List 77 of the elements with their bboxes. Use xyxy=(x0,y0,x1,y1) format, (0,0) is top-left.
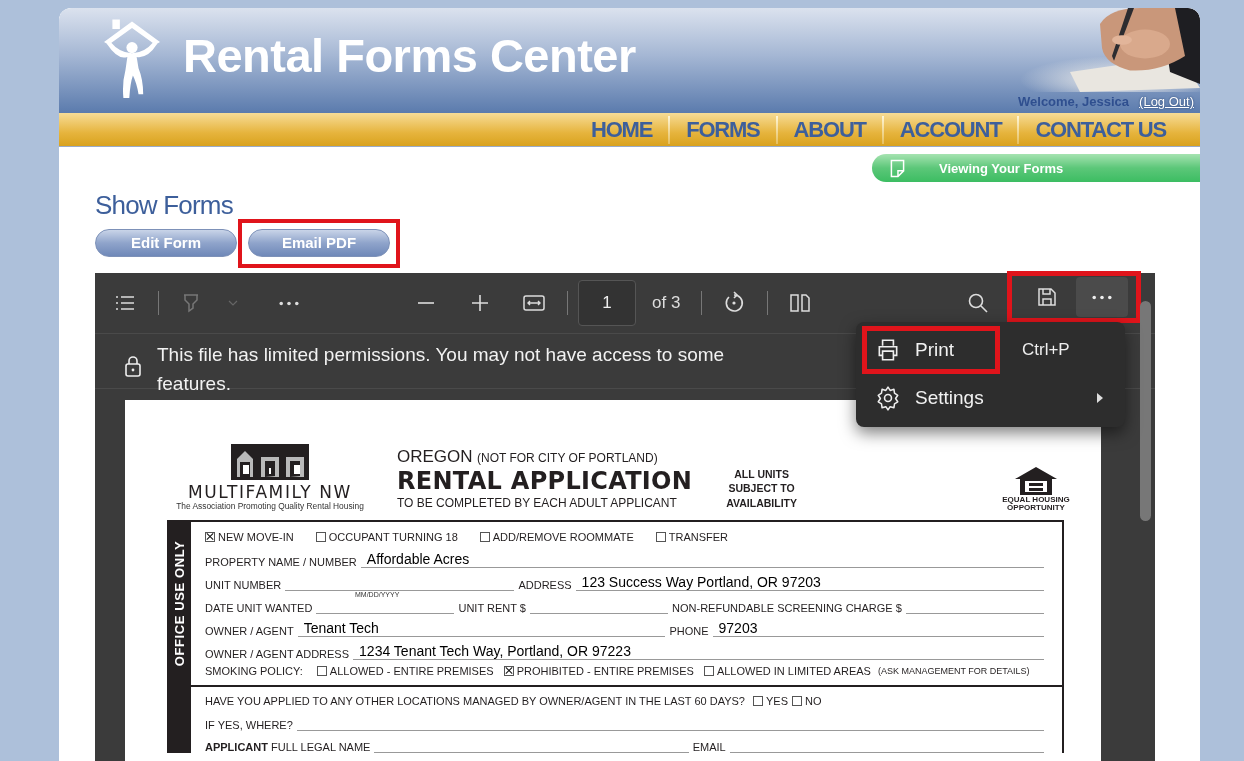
state-note: (NOT FOR CITY OF PORTLAND) xyxy=(477,451,658,465)
field-label: DATE UNIT WANTED xyxy=(205,602,313,614)
field-label: SMOKING POLICY: xyxy=(205,664,303,677)
checkbox-label: ALLOWED IN LIMITED AREAS xyxy=(716,664,871,677)
checkbox-label: ADD/REMOVE ROOMMATE xyxy=(492,530,634,543)
field-label: IF YES, WHERE? xyxy=(205,719,293,731)
field-label: APPLICANT FULL LEGAL NAME xyxy=(205,741,371,753)
settings-icon xyxy=(875,385,901,411)
checkbox[interactable] xyxy=(205,531,215,542)
search-icon[interactable] xyxy=(966,291,990,315)
checkbox-label: PROHIBITED - ENTIRE PREMISES xyxy=(516,664,694,677)
status-text: Viewing Your Forms xyxy=(939,160,1064,176)
state-title: OREGON xyxy=(397,447,473,466)
two-page-icon[interactable] xyxy=(788,291,813,315)
org-tagline: The Association Promoting Quality Rental Housing xyxy=(176,500,364,512)
page-number-field[interactable]: 1 xyxy=(578,280,636,326)
question-text: HAVE YOU APPLIED TO ANY OTHER LOCATIONS MANAGED BY OWNER/AGENT IN THE LAST 60 DAYS? xyxy=(205,695,745,707)
nav-link[interactable]: ABOUT xyxy=(777,116,882,143)
checkbox[interactable] xyxy=(479,531,490,542)
more-icon xyxy=(1092,294,1112,300)
nav-link[interactable]: HOME xyxy=(574,116,669,143)
checkbox[interactable] xyxy=(792,696,802,706)
form-title: RENTAL APPLICATION xyxy=(397,468,693,494)
menu-item[interactable]: Print xyxy=(915,339,955,361)
shortcut-text: Ctrl+P xyxy=(1022,340,1070,360)
nav-link[interactable]: FORMS xyxy=(670,116,776,143)
permission-notice: This file has limited permissions. You may not have access to some features. xyxy=(157,343,726,396)
field-label: OWNER / AGENT ADDRESS xyxy=(205,648,350,660)
checkbox[interactable] xyxy=(503,665,514,676)
side-label: OFFICE USE ONLY xyxy=(172,540,188,667)
field-label: OWNER / AGENT xyxy=(205,625,294,637)
field-label: PROPERTY NAME / NUMBER xyxy=(205,556,357,568)
logout-link[interactable]: (Log Out) xyxy=(1139,94,1194,109)
welcome-text: Welcome, Jessica xyxy=(1018,94,1130,109)
page-count: of 3 xyxy=(652,293,681,313)
page-icon xyxy=(890,158,905,178)
checkbox[interactable] xyxy=(315,531,326,542)
lock-icon xyxy=(123,354,143,378)
nav-link[interactable]: ACCOUNT xyxy=(883,116,1018,143)
checkbox[interactable] xyxy=(703,665,714,676)
checkbox-label: NEW MOVE-IN xyxy=(218,530,294,543)
checkbox-label: ALLOWED - ENTIRE PREMISES xyxy=(329,664,494,677)
fill-in-line[interactable]: 1234 Tenant Tech Way, Portland, OR 97223 xyxy=(353,643,1044,660)
site-title: Rental Forms Center xyxy=(183,28,636,83)
field-label: ADDRESS xyxy=(518,579,572,591)
checkbox-label: OCCUPANT TURNING 18 xyxy=(328,530,458,543)
nav-link[interactable]: CONTACT US xyxy=(1019,116,1182,143)
scrollbar-thumb[interactable] xyxy=(1140,301,1151,521)
equal-housing-text: EQUAL HOUSING OPPORTUNITY xyxy=(1001,496,1071,512)
availability-note: SUBJECT TO xyxy=(728,481,795,496)
org-name: MULTIFAMILY NW xyxy=(187,484,353,500)
field-label: PHONE xyxy=(669,625,709,637)
fill-in-line[interactable]: 123 Success Way Portland, OR 97203 xyxy=(575,574,1044,591)
availability-note: ALL UNITS xyxy=(734,466,789,481)
checkbox-label: TRANSFER xyxy=(668,530,728,543)
chevron-right-icon xyxy=(1095,392,1105,404)
field-label: EMAIL xyxy=(692,741,726,753)
checkbox-label: YES xyxy=(766,695,788,707)
more-icon[interactable] xyxy=(279,300,299,306)
checkbox-note: (ASK MANAGEMENT FOR DETAILS) xyxy=(877,665,1030,676)
fill-in-line[interactable]: Tenant Tech xyxy=(297,620,666,637)
form-subtitle: TO BE COMPLETED BY EACH ADULT APPLICANT xyxy=(397,495,678,512)
checkbox-label: NO xyxy=(805,695,822,707)
checkbox[interactable] xyxy=(316,665,327,676)
fill-in-line[interactable]: 97203 xyxy=(712,620,1044,637)
field-label: UNIT NUMBER xyxy=(205,579,282,591)
menu-item[interactable]: Settings xyxy=(915,387,984,409)
page-title: Show Forms xyxy=(95,190,234,220)
checkbox[interactable] xyxy=(655,531,666,542)
checkbox[interactable] xyxy=(753,696,763,706)
equal-housing-icon xyxy=(1014,466,1058,496)
availability-note: AVAILABILITY xyxy=(726,495,797,510)
field-label: UNIT RENT $ xyxy=(458,602,526,614)
field-label: NON-REFUNDABLE SCREENING CHARGE $ xyxy=(672,602,902,614)
save-icon[interactable] xyxy=(1035,285,1059,309)
houses-logo-icon xyxy=(231,444,309,480)
fill-in-line[interactable]: Affordable Acres xyxy=(360,551,1044,568)
